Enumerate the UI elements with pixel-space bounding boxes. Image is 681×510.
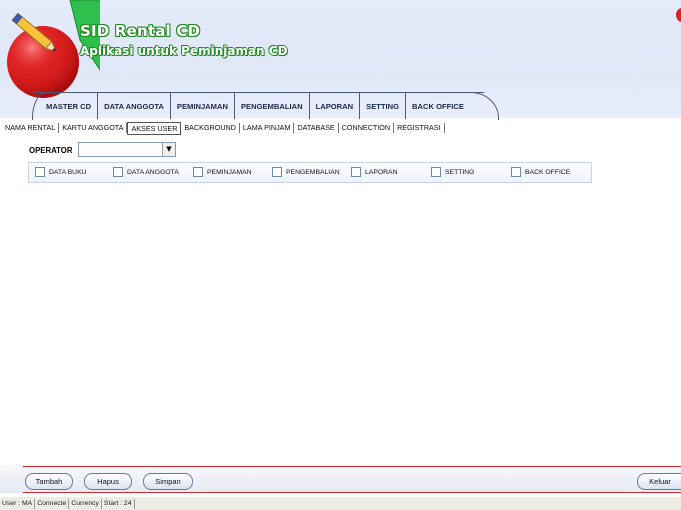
perm-label: DATA BUKU bbox=[49, 168, 87, 176]
perm-label: BACK OFFICE bbox=[525, 168, 571, 176]
checkbox-icon[interactable] bbox=[511, 167, 521, 177]
perm-back-office[interactable]: BACK OFFICE bbox=[511, 167, 570, 177]
tambah-button[interactable]: Tambah bbox=[25, 473, 73, 490]
menu-item-setting[interactable]: SETTING bbox=[360, 92, 407, 119]
red-ball-icon bbox=[676, 8, 681, 22]
tab-akses-user[interactable]: AKSES USER bbox=[127, 121, 182, 135]
perm-label: SETTING bbox=[445, 168, 475, 176]
app-title: SID Rental CD bbox=[80, 22, 201, 40]
status-bar: User : MA Connecte Currency Start : 24 bbox=[0, 497, 681, 510]
tab-connection[interactable]: CONNECTION bbox=[339, 123, 395, 133]
divider bbox=[23, 492, 681, 493]
tab-background[interactable]: BACKGROUND bbox=[181, 123, 240, 133]
main-menu: MASTER CD DATA ANGGOTA PEMINJAMAN PENGEM… bbox=[34, 92, 485, 119]
perm-laporan[interactable]: LAPORAN bbox=[351, 167, 397, 177]
status-connection: Connecte bbox=[35, 498, 70, 509]
dropdown-arrow-icon[interactable]: ▼ bbox=[162, 143, 175, 156]
menu-item-master-cd[interactable]: MASTER CD bbox=[34, 92, 99, 119]
simpan-button[interactable]: Simpan bbox=[143, 473, 193, 490]
menu-item-peminjaman[interactable]: PEMINJAMAN bbox=[170, 92, 235, 119]
perm-pengembalian[interactable]: PENGEMBALIAN bbox=[272, 167, 340, 177]
divider bbox=[23, 466, 681, 467]
tab-lama-pinjam[interactable]: LAMA PINJAM bbox=[240, 123, 295, 133]
tab-database[interactable]: DATABASE bbox=[294, 123, 339, 133]
checkbox-icon[interactable] bbox=[351, 167, 361, 177]
status-user: User : MA bbox=[0, 498, 36, 509]
tab-kartu-anggota[interactable]: KARTU ANGGOTA bbox=[59, 123, 128, 133]
content-panel bbox=[0, 135, 681, 465]
checkbox-icon[interactable] bbox=[193, 167, 203, 177]
checkbox-icon[interactable] bbox=[113, 167, 123, 177]
menu-item-pengembalian[interactable]: PENGEMBALIAN bbox=[234, 92, 310, 119]
tab-registrasi[interactable]: REGISTRASI bbox=[394, 123, 445, 133]
perm-label: DATA ANGGOTA bbox=[127, 168, 179, 176]
hapus-button[interactable]: Hapus bbox=[84, 473, 132, 490]
menu-item-data-anggota[interactable]: DATA ANGGOTA bbox=[98, 92, 171, 119]
operator-select[interactable]: ▼ bbox=[78, 142, 176, 157]
app-window: SID Rental CD Aplikasi untuk Peminjaman … bbox=[0, 0, 681, 510]
permission-row: DATA BUKU DATA ANGGOTA PEMINJAMAN PENGEM… bbox=[28, 162, 592, 183]
perm-label: PENGEMBALIAN bbox=[286, 168, 340, 176]
checkbox-icon[interactable] bbox=[272, 167, 282, 177]
checkbox-icon[interactable] bbox=[35, 167, 45, 177]
perm-label: PEMINJAMAN bbox=[207, 168, 252, 176]
menu-item-laporan[interactable]: LAPORAN bbox=[309, 92, 361, 119]
app-subtitle: Aplikasi untuk Peminjaman CD bbox=[80, 44, 288, 58]
status-start: Start : 24 bbox=[102, 498, 135, 509]
perm-peminjaman[interactable]: PEMINJAMAN bbox=[193, 167, 252, 177]
perm-data-buku[interactable]: DATA BUKU bbox=[35, 167, 87, 177]
tab-nama-rental[interactable]: NAMA RENTAL bbox=[2, 123, 60, 133]
operator-label: OPERATOR bbox=[29, 146, 73, 155]
checkbox-icon[interactable] bbox=[431, 167, 441, 177]
perm-setting[interactable]: SETTING bbox=[431, 167, 474, 177]
perm-label: LAPORAN bbox=[365, 168, 398, 176]
keluar-button[interactable]: Keluar bbox=[637, 473, 681, 490]
status-currency: Currency bbox=[69, 498, 102, 509]
perm-data-anggota[interactable]: DATA ANGGOTA bbox=[113, 167, 179, 177]
sub-tabs: NAMA RENTAL KARTU ANGGOTA AKSES USER BAC… bbox=[2, 121, 445, 135]
